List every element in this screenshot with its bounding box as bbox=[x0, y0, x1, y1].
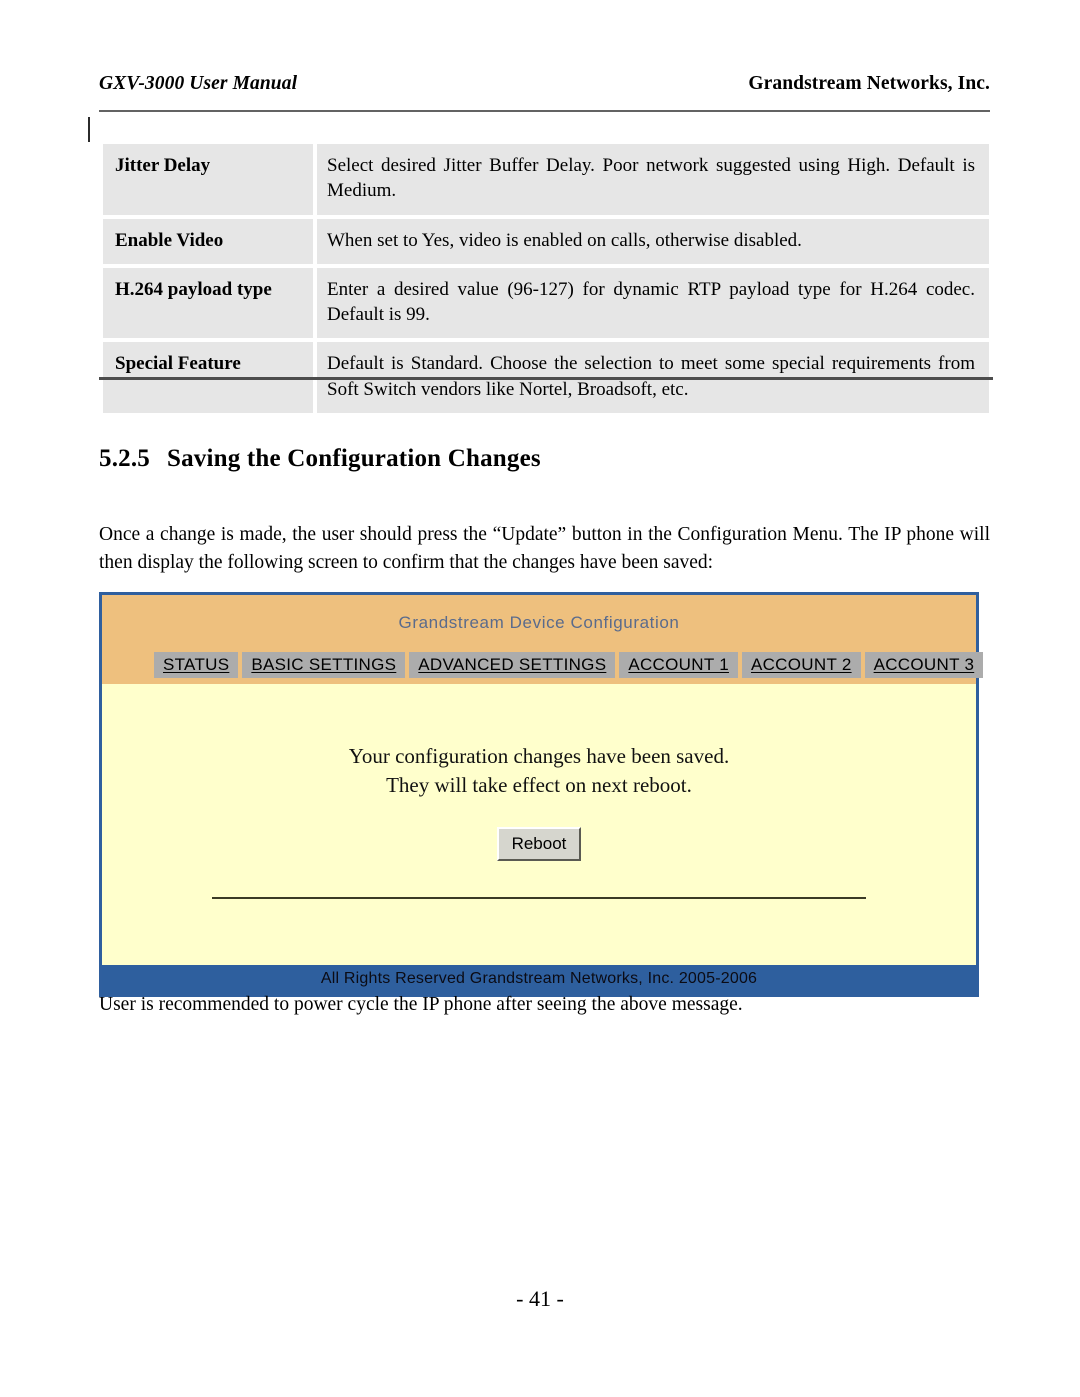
tab-advanced-settings[interactable]: ADVANCED SETTINGS bbox=[409, 652, 616, 678]
tab-basic-settings[interactable]: BASIC SETTINGS bbox=[242, 652, 406, 678]
tab-account-1-label: ACCOUNT 1 bbox=[628, 655, 729, 674]
tab-account-1[interactable]: ACCOUNT 1 bbox=[619, 652, 738, 678]
revision-change-bar bbox=[88, 117, 90, 142]
table-row: Jitter Delay Select desired Jitter Buffe… bbox=[103, 144, 989, 215]
table-bottom-divider bbox=[99, 377, 993, 380]
section-number: 5.2.5 bbox=[99, 445, 150, 472]
device-title: Grandstream Device Configuration bbox=[398, 613, 680, 632]
reboot-button[interactable]: Reboot bbox=[496, 827, 582, 862]
setting-description: When set to Yes, video is enabled on cal… bbox=[317, 218, 989, 264]
tab-account-3[interactable]: ACCOUNT 3 bbox=[864, 652, 984, 678]
tab-status-label: STATUS bbox=[163, 655, 230, 674]
header-divider bbox=[99, 110, 990, 112]
tab-advanced-settings-label: ADVANCED SETTINGS bbox=[418, 655, 607, 674]
tab-basic-settings-label: BASIC SETTINGS bbox=[251, 655, 397, 674]
device-header: Grandstream Device Configuration STATUS … bbox=[102, 595, 984, 684]
tab-status[interactable]: STATUS bbox=[154, 652, 239, 678]
settings-table: Jitter Delay Select desired Jitter Buffe… bbox=[99, 140, 993, 417]
intro-paragraph: Once a change is made, the user should p… bbox=[99, 524, 990, 574]
section-heading: 5.2.5 Saving the Configuration Changes bbox=[99, 445, 541, 473]
table-row: Enable Video When set to Yes, video is e… bbox=[103, 218, 989, 264]
device-nav-bar: STATUS BASIC SETTINGS ADVANCED SETTINGS … bbox=[102, 652, 984, 684]
setting-term: Jitter Delay bbox=[103, 144, 313, 215]
tab-account-2[interactable]: ACCOUNT 2 bbox=[741, 652, 861, 678]
manual-title: GXV-3000 User Manual bbox=[99, 73, 298, 94]
settings-table-body: Jitter Delay Select desired Jitter Buffe… bbox=[103, 144, 989, 413]
tab-account-2-label: ACCOUNT 2 bbox=[750, 655, 852, 674]
setting-description: Enter a desired value (96-127) for dynam… bbox=[317, 267, 989, 339]
reboot-button-container: Reboot bbox=[102, 827, 976, 862]
page-running-header: GXV-3000 User Manual Grandstream Network… bbox=[99, 73, 990, 95]
setting-term: Enable Video bbox=[103, 218, 313, 264]
confirmation-message-line-1: Your configuration changes have been sav… bbox=[348, 744, 730, 768]
page-title: Saving the Configuration Changes bbox=[167, 445, 541, 472]
device-configuration-screenshot: Grandstream Device Configuration STATUS … bbox=[99, 592, 984, 998]
setting-term: H.264 payload type bbox=[103, 267, 313, 339]
device-body-spacer bbox=[102, 899, 976, 961]
confirmation-message: Your configuration changes have been sav… bbox=[102, 742, 976, 799]
setting-description: Select desired Jitter Buffer Delay. Poor… bbox=[317, 144, 989, 215]
page-number: - 41 - bbox=[516, 1286, 564, 1311]
company-name: Grandstream Networks, Inc. bbox=[748, 73, 990, 94]
confirmation-message-line-2: They will take effect on next reboot. bbox=[386, 772, 692, 797]
table-row: H.264 payload type Enter a desired value… bbox=[103, 267, 989, 339]
device-body: Your configuration changes have been sav… bbox=[102, 684, 976, 966]
device-footer: All Rights Reserved Grandstream Networks… bbox=[102, 965, 976, 995]
tab-account-3-label: ACCOUNT 3 bbox=[873, 655, 975, 674]
outro-paragraph: User is recommended to power cycle the I… bbox=[99, 994, 743, 1015]
